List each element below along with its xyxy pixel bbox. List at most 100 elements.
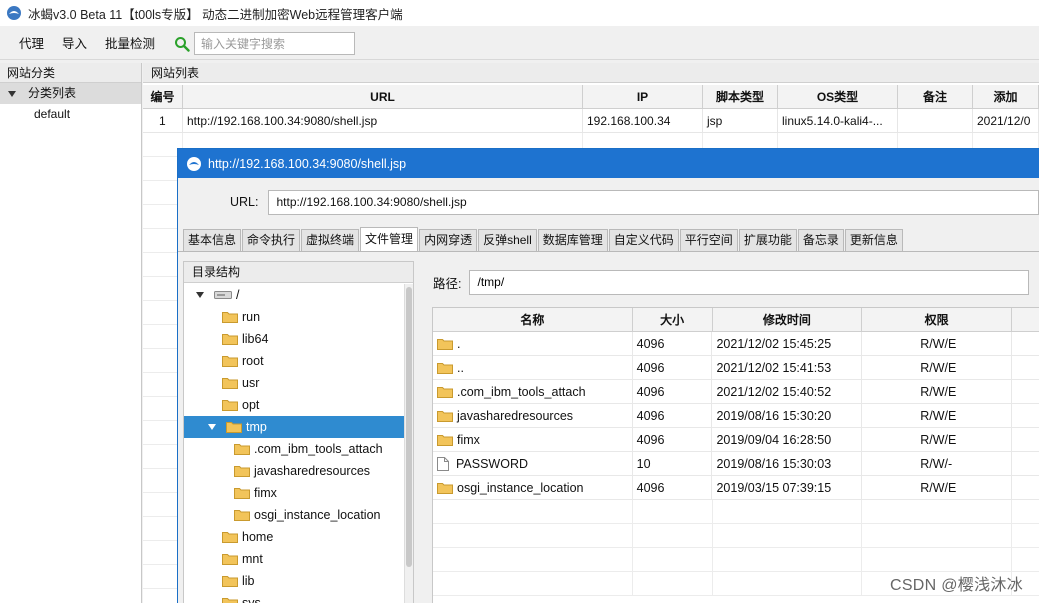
cell-url: http://192.168.100.34:9080/shell.jsp — [183, 109, 583, 132]
tab-basic-info[interactable]: 基本信息 — [183, 229, 242, 251]
search-area — [174, 32, 356, 55]
tab-command-exec[interactable]: 命令执行 — [242, 229, 301, 251]
file-mtime: 2019/08/16 15:30:20 — [712, 404, 863, 427]
window-title: 冰蝎v3.0 Beta 11【t00ls专版】 动态二进制加密Web远程管理客户… — [28, 7, 403, 22]
folder-icon — [437, 482, 453, 494]
file-name-cell: osgi_instance_location — [433, 476, 633, 499]
search-icon[interactable] — [174, 36, 190, 52]
function-tabs: 基本信息 命令执行 虚拟终端 文件管理 内网穿透 反弹shell 数据库管理 自… — [178, 226, 1039, 252]
directory-tree: / run lib64 root usr opt tmp .com_ibm_to… — [184, 284, 413, 603]
url-label: URL: — [230, 195, 259, 209]
tree-node-label: fimx — [254, 486, 277, 500]
file-permission: R/W/E — [862, 476, 1013, 499]
tree-node-folder[interactable]: sys — [184, 592, 413, 603]
category-root-node[interactable]: 分类列表 — [0, 83, 141, 104]
tree-node-folder[interactable]: usr — [184, 372, 413, 394]
tab-file-manager[interactable]: 文件管理 — [360, 227, 419, 251]
category-item-default[interactable]: default — [0, 104, 141, 125]
app-logo-icon — [7, 6, 21, 20]
file-mtime: 2021/12/02 15:40:52 — [712, 380, 863, 403]
tree-node-label: opt — [242, 398, 260, 412]
folder-icon — [437, 362, 453, 374]
tree-node-folder[interactable]: fimx — [184, 482, 413, 504]
drive-icon — [214, 291, 232, 299]
tree-node-folder[interactable]: home — [184, 526, 413, 548]
search-input[interactable] — [194, 32, 356, 55]
tree-node-label: lib64 — [242, 332, 269, 346]
table-row[interactable]: PASSWORD 10 2019/08/16 15:30:03 R/W/- — [433, 452, 1039, 476]
tab-parallel-space[interactable]: 平行空间 — [679, 229, 738, 251]
tab-memo[interactable]: 备忘录 — [797, 229, 844, 251]
file-name: PASSWORD — [456, 456, 528, 471]
expand-arrow-icon[interactable] — [208, 424, 216, 430]
column-header-added[interactable]: 添加 — [973, 85, 1039, 108]
column-header-num[interactable]: 编号 — [143, 85, 183, 108]
tab-reverse-shell[interactable]: 反弹shell — [478, 229, 537, 251]
url-field[interactable] — [268, 189, 1039, 215]
folder-icon — [222, 576, 238, 587]
tree-node-folder[interactable]: osgi_instance_location — [184, 504, 413, 526]
folder-icon — [222, 378, 238, 389]
file-size: 4096 — [633, 332, 713, 355]
file-permission: R/W/E — [862, 428, 1013, 451]
tree-node-root[interactable]: / — [184, 284, 413, 306]
column-header-url[interactable]: URL — [183, 85, 583, 108]
empty-cell — [1012, 380, 1039, 403]
column-header-mtime[interactable]: 修改时间 — [713, 308, 863, 331]
folder-icon — [234, 488, 250, 499]
directory-scrollbar[interactable] — [404, 284, 413, 603]
table-row[interactable]: fimx 4096 2019/09/04 16:28:50 R/W/E — [433, 428, 1039, 452]
cell-ip: 192.168.100.34 — [583, 109, 703, 132]
folder-icon — [222, 312, 238, 323]
tab-virtual-terminal[interactable]: 虚拟终端 — [301, 229, 360, 251]
tree-node-folder[interactable]: lib — [184, 570, 413, 592]
table-row[interactable]: .. 4096 2021/12/02 15:41:53 R/W/E — [433, 356, 1039, 380]
tree-node-label: .com_ibm_tools_attach — [254, 442, 383, 456]
proxy-button[interactable]: 代理 — [10, 32, 53, 56]
expand-arrow-icon[interactable] — [8, 90, 16, 97]
tree-node-folder[interactable]: .com_ibm_tools_attach — [184, 438, 413, 460]
shell-window: http://192.168.100.34:9080/shell.jsp URL… — [177, 148, 1039, 603]
folder-icon — [234, 444, 250, 455]
column-header-note[interactable]: 备注 — [898, 85, 973, 108]
file-name-cell: PASSWORD — [433, 452, 633, 475]
file-name: .com_ibm_tools_attach — [457, 384, 586, 399]
site-table-header: 编号 URL IP 脚本类型 OS类型 备注 添加 — [143, 85, 1039, 109]
scrollbar-thumb[interactable] — [406, 287, 412, 567]
site-list-header: 网站列表 — [143, 63, 1039, 83]
empty-row — [433, 500, 1039, 524]
expand-arrow-icon[interactable] — [196, 292, 204, 298]
shell-window-titlebar[interactable]: http://192.168.100.34:9080/shell.jsp — [178, 149, 1039, 178]
import-button[interactable]: 导入 — [53, 32, 96, 56]
batch-check-button[interactable]: 批量检测 — [96, 32, 164, 56]
table-row[interactable]: javasharedresources 4096 2019/08/16 15:3… — [433, 404, 1039, 428]
column-header-os[interactable]: OS类型 — [778, 85, 898, 108]
tree-node-folder[interactable]: opt — [184, 394, 413, 416]
tree-node-folder[interactable]: root — [184, 350, 413, 372]
empty-cell — [1012, 428, 1039, 451]
column-header-ip[interactable]: IP — [583, 85, 703, 108]
column-header-script[interactable]: 脚本类型 — [703, 85, 778, 108]
watermark: CSDN @樱浅沐冰 — [889, 577, 1023, 594]
tab-extensions[interactable]: 扩展功能 — [738, 229, 797, 251]
column-header-name[interactable]: 名称 — [433, 308, 633, 331]
table-row[interactable]: osgi_instance_location 4096 2019/03/15 0… — [433, 476, 1039, 500]
path-field[interactable] — [469, 269, 1030, 295]
file-permission: R/W/E — [862, 380, 1013, 403]
tree-node-folder[interactable]: mnt — [184, 548, 413, 570]
column-header-permission[interactable]: 权限 — [862, 308, 1013, 331]
path-bar: 路径: — [433, 269, 1030, 295]
tab-update-info[interactable]: 更新信息 — [844, 229, 903, 251]
tree-node-label: tmp — [246, 420, 267, 434]
tree-node-folder[interactable]: lib64 — [184, 328, 413, 350]
table-row[interactable]: .com_ibm_tools_attach 4096 2021/12/02 15… — [433, 380, 1039, 404]
tree-node-folder[interactable]: javasharedresources — [184, 460, 413, 482]
tab-intranet-tunnel[interactable]: 内网穿透 — [419, 229, 478, 251]
tree-node-folder-selected[interactable]: tmp — [184, 416, 413, 438]
tab-custom-code[interactable]: 自定义代码 — [608, 229, 679, 251]
column-header-size[interactable]: 大小 — [633, 308, 713, 331]
tab-database-manager[interactable]: 数据库管理 — [537, 229, 608, 251]
table-row[interactable]: 1 http://192.168.100.34:9080/shell.jsp 1… — [143, 109, 1039, 133]
table-row[interactable]: . 4096 2021/12/02 15:45:25 R/W/E — [433, 332, 1039, 356]
tree-node-folder[interactable]: run — [184, 306, 413, 328]
